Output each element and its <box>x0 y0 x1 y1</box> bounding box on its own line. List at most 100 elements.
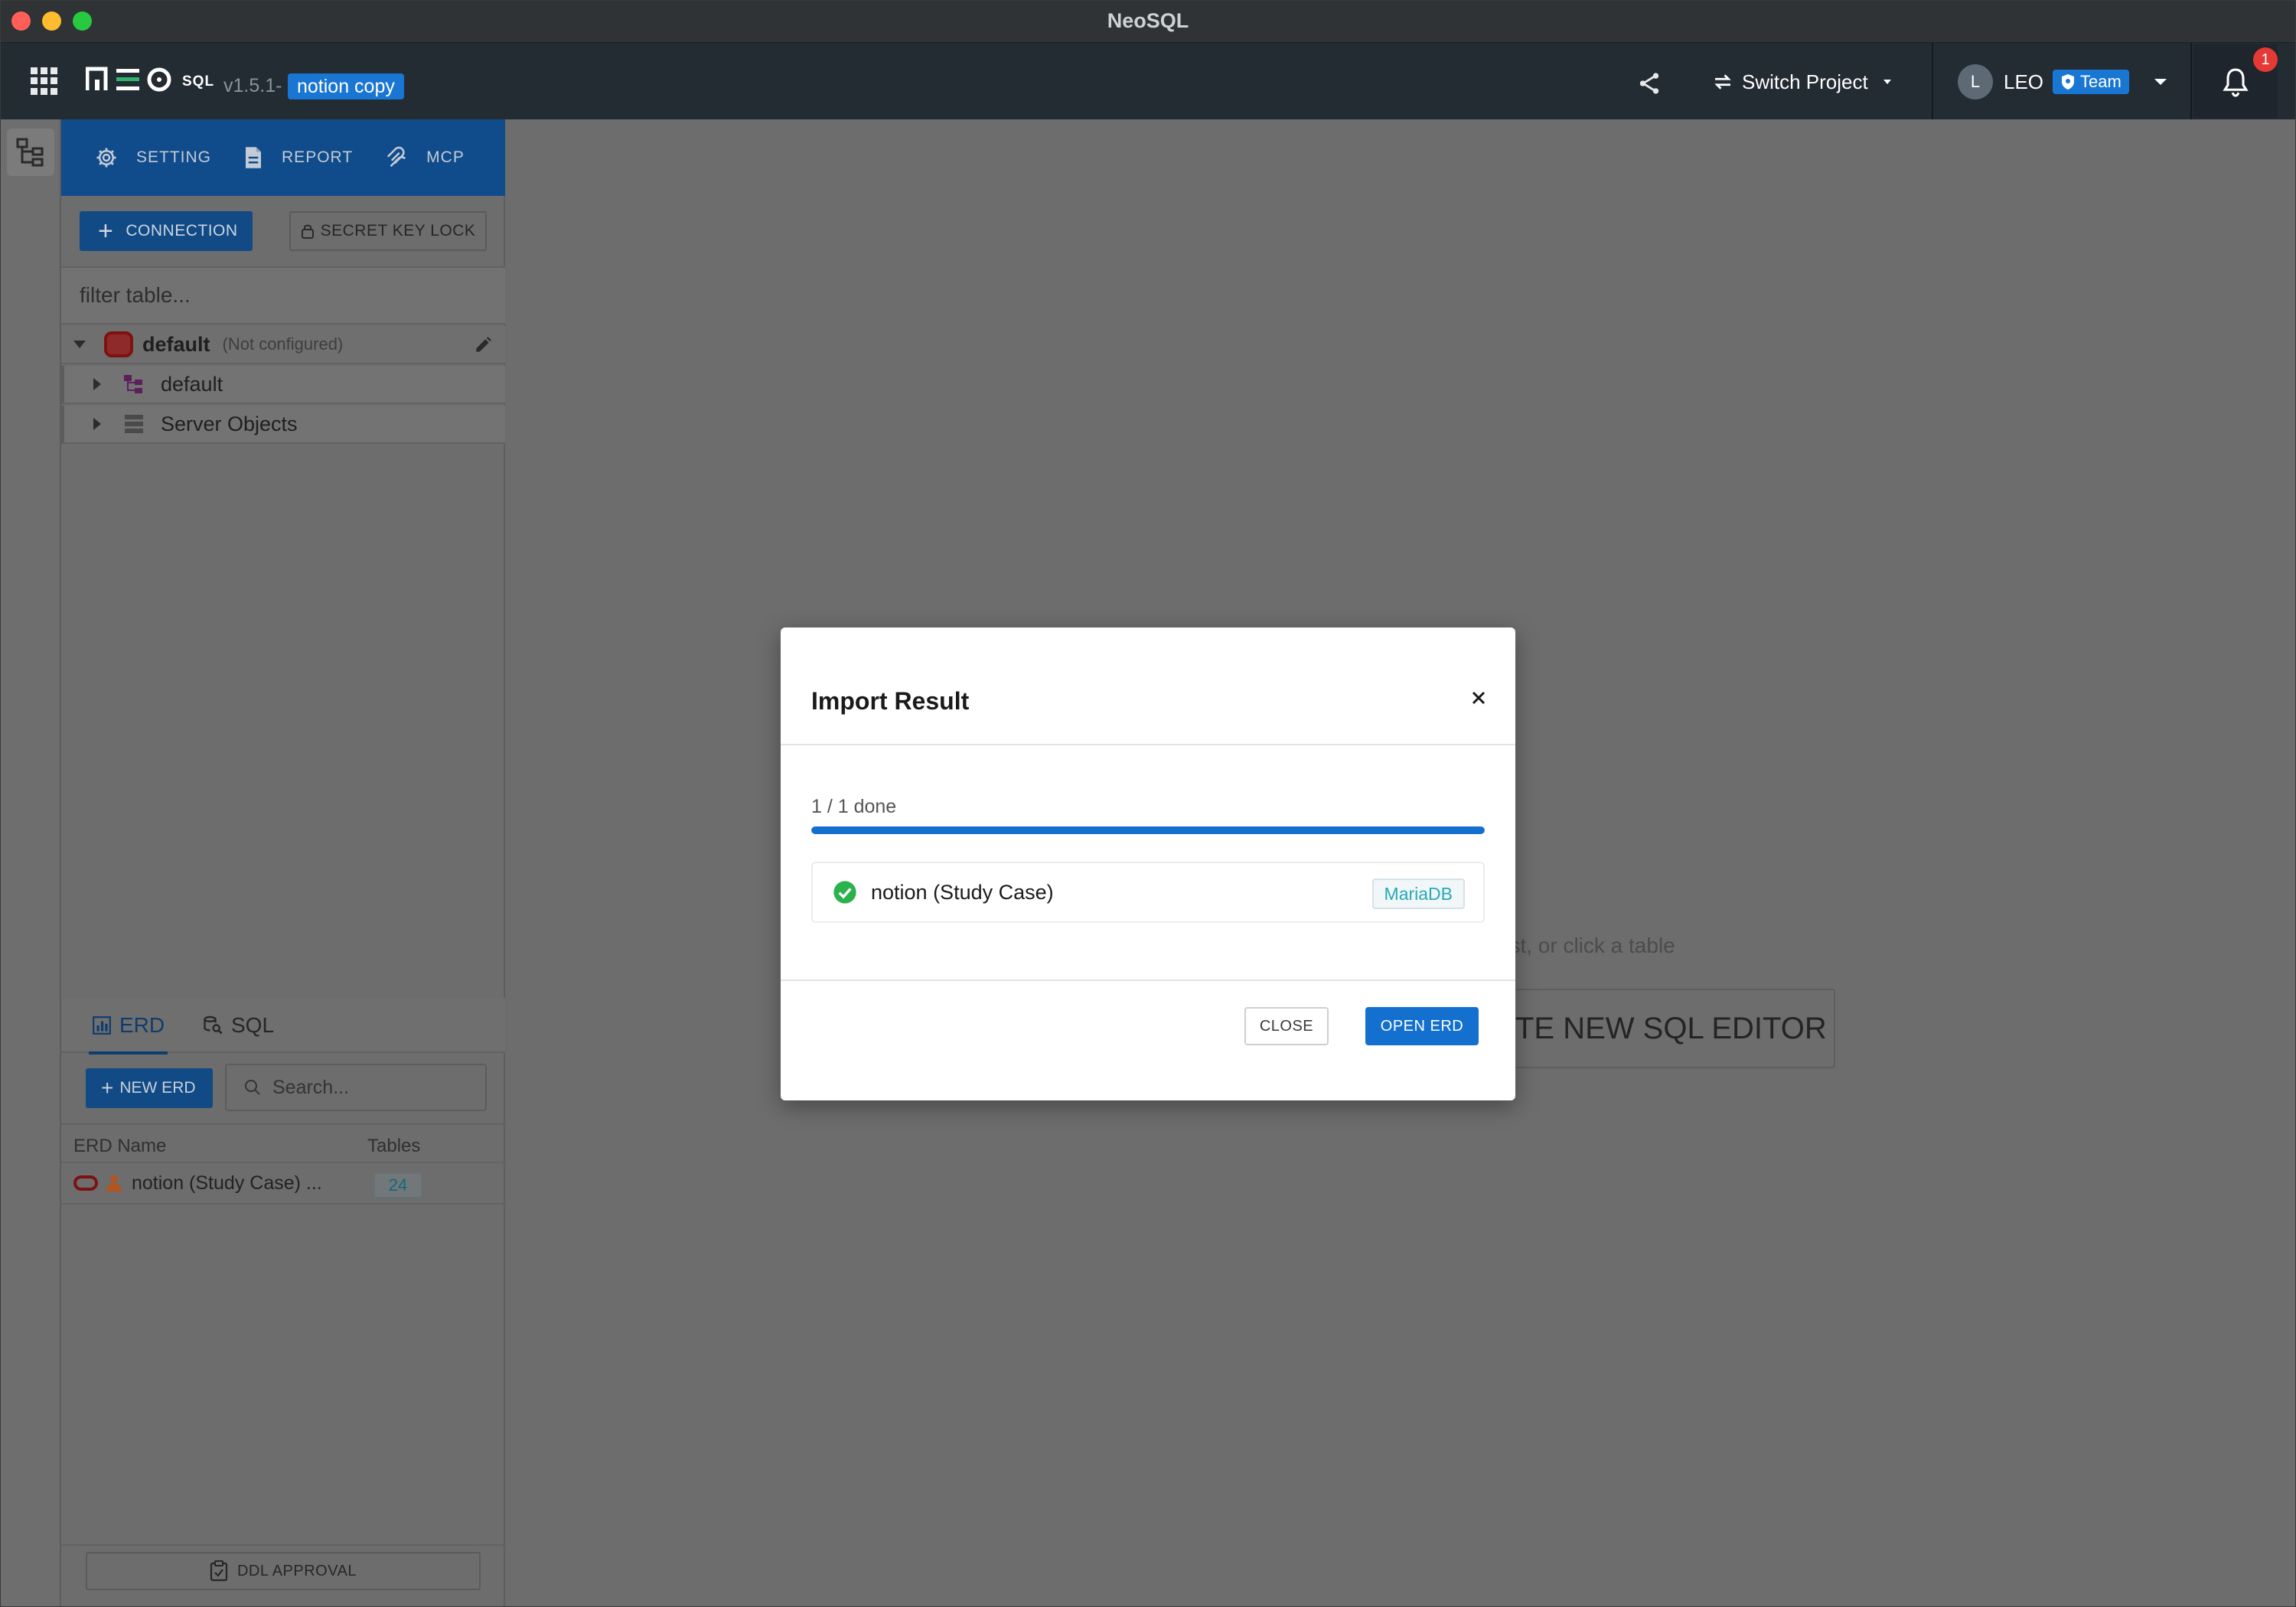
avatar: L <box>1958 64 1993 99</box>
switch-project-button[interactable]: Switch Project <box>1711 64 1902 99</box>
tree-item-label: Server Objects <box>161 412 298 435</box>
shield-icon <box>2062 74 2075 90</box>
expand-caret-icon[interactable] <box>93 378 101 390</box>
document-icon <box>246 147 262 168</box>
project-badge[interactable]: notion copy <box>288 73 404 99</box>
left-rail <box>0 119 61 1607</box>
oracle-db-icon <box>73 1175 98 1191</box>
column-header-tables: Tables <box>367 1136 421 1156</box>
app-version: v1.5.1- <box>223 75 282 96</box>
connection-status: (Not configured) <box>222 334 344 354</box>
switch-project-label: Switch Project <box>1742 70 1868 93</box>
oracle-db-icon <box>104 331 133 357</box>
erd-search-input[interactable]: Search... <box>225 1064 487 1111</box>
team-badge-label: Team <box>2080 72 2122 91</box>
ddl-approval-label: DDL APPROVAL <box>236 1562 357 1579</box>
team-badge: Team <box>2053 70 2129 94</box>
chart-icon <box>93 1016 111 1035</box>
tab-sql-label: SQL <box>231 1013 275 1037</box>
mcp-icon <box>387 146 406 168</box>
header-divider <box>2190 43 2192 119</box>
import-result-dialog: Import Result 1 / 1 done notion (Study C… <box>781 627 1515 1100</box>
erd-sql-tabs: ERD SQL <box>61 998 505 1054</box>
table-row[interactable]: notion (Study Case) ... 24 <box>61 1162 505 1204</box>
erd-name-cell: notion (Study Case) ... <box>132 1172 322 1194</box>
neo-logo-icon <box>86 67 171 92</box>
schema-icon <box>124 375 142 393</box>
list-item: notion (Study Case) MariaDB <box>811 862 1485 923</box>
db-search-icon <box>204 1015 223 1035</box>
window-title: NeoSQL <box>1107 9 1189 32</box>
close-icon[interactable] <box>1469 689 1488 707</box>
expand-caret-icon[interactable] <box>73 341 86 348</box>
create-sql-editor-button[interactable]: TE NEW SQL EDITOR <box>1500 989 1835 1068</box>
switch-icon <box>1714 74 1731 90</box>
tab-sql[interactable]: SQL <box>202 1013 274 1038</box>
gear-icon <box>96 148 116 168</box>
workspace-hint: list, or click a table <box>1500 934 1675 957</box>
user-name: LEO <box>2004 70 2044 93</box>
sidebar-nav-report[interactable]: REPORT <box>243 146 353 169</box>
server-icon <box>125 415 143 433</box>
header-divider <box>1932 43 1933 119</box>
apps-grid-icon[interactable] <box>31 67 58 95</box>
user-menu[interactable]: L LEO Team <box>1958 64 2169 99</box>
expand-caret-icon[interactable] <box>93 418 101 430</box>
clipboard-check-icon <box>210 1560 228 1582</box>
bell-icon <box>2223 68 2249 97</box>
app-header: SQL v1.5.1- notion copy Switch Project L… <box>0 43 2296 119</box>
db-type-badge: MariaDB <box>1371 878 1465 909</box>
plus-icon: + <box>101 1076 114 1100</box>
check-circle-icon <box>833 881 856 904</box>
progress-bar-fill <box>811 826 1485 834</box>
tree-structure-icon <box>16 138 44 167</box>
tab-erd-label: ERD <box>119 1013 165 1037</box>
sidebar-nav-label: SETTING <box>136 148 212 166</box>
lock-icon <box>301 224 314 239</box>
dialog-title: Import Result <box>811 687 970 715</box>
add-connection-button[interactable]: + CONNECTION <box>80 211 253 251</box>
filter-table-input[interactable]: filter table... <box>61 266 505 324</box>
column-header-erd-name: ERD Name <box>73 1136 167 1156</box>
tree-item-schema[interactable]: default <box>61 366 505 404</box>
add-connection-label: CONNECTION <box>126 222 238 240</box>
divider <box>781 744 1515 745</box>
sidebar-nav-label: REPORT <box>282 148 354 166</box>
sidebar-nav-mcp[interactable]: MCP <box>385 146 465 169</box>
close-button[interactable]: CLOSE <box>1244 1007 1329 1045</box>
explorer-tree-button[interactable] <box>7 129 54 176</box>
plus-icon: + <box>98 217 114 246</box>
tree-item-label: default <box>161 372 223 396</box>
sidebar-nav: SETTING REPORT MCP <box>61 119 505 196</box>
ddl-approval-button[interactable]: DDL APPROVAL <box>86 1552 481 1590</box>
person-icon <box>106 1175 122 1191</box>
new-erd-label: NEW ERD <box>119 1079 196 1097</box>
new-erd-button[interactable]: + NEW ERD <box>86 1068 213 1108</box>
open-erd-button[interactable]: OPEN ERD <box>1365 1007 1479 1045</box>
import-item-name: notion (Study Case) <box>871 880 1054 904</box>
caret-down-icon <box>1883 80 1891 84</box>
connection-tree-root[interactable]: default (Not configured) <box>61 326 505 364</box>
share-icon[interactable] <box>1636 70 1662 96</box>
edit-icon[interactable] <box>473 335 493 355</box>
logo-text: SQL <box>182 73 215 90</box>
app-logo[interactable]: SQL <box>86 66 214 92</box>
secret-key-lock-label: SECRET KEY LOCK <box>320 222 476 240</box>
caret-down-icon <box>2154 79 2167 85</box>
sidebar-nav-label: MCP <box>426 148 465 166</box>
progress-label: 1 / 1 done <box>811 796 897 817</box>
erd-search-placeholder: Search... <box>272 1076 350 1098</box>
tables-count-cell: 24 <box>373 1172 422 1198</box>
secret-key-lock-button[interactable]: SECRET KEY LOCK <box>289 211 487 251</box>
progress-bar <box>811 826 1485 834</box>
divider <box>781 980 1515 981</box>
notification-badge: 1 <box>2253 47 2278 72</box>
divider <box>61 1544 505 1546</box>
sidebar-nav-setting[interactable]: SETTING <box>95 146 211 169</box>
tree-item-server-objects[interactable]: Server Objects <box>61 406 505 444</box>
erd-table-header: ERD Name Tables <box>61 1123 505 1162</box>
window-titlebar: NeoSQL <box>0 0 2296 43</box>
tab-erd[interactable]: ERD <box>88 1013 168 1054</box>
sidebar: SETTING REPORT MCP + CONNECTION SECRET K… <box>61 119 505 1607</box>
search-icon <box>245 1080 260 1095</box>
